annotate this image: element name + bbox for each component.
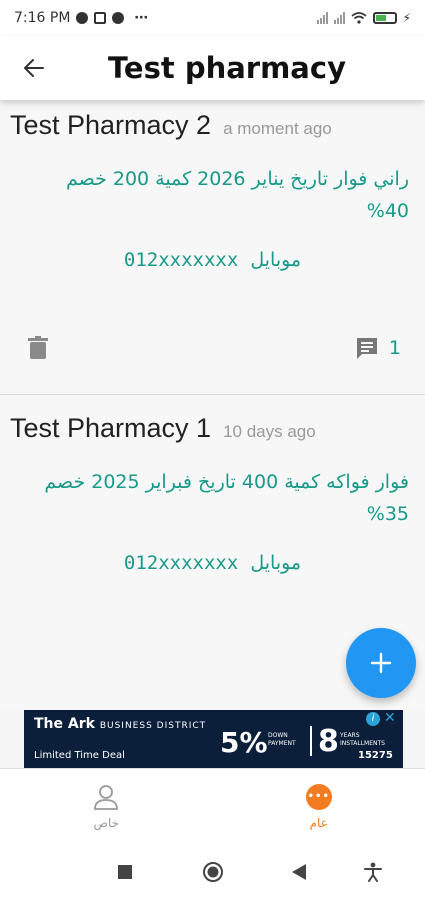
accessibility-button[interactable] bbox=[358, 857, 388, 887]
battery-icon bbox=[372, 12, 397, 24]
system-nav-bar bbox=[0, 844, 425, 900]
tab-private-label: خاص bbox=[93, 815, 120, 830]
accessibility-icon bbox=[364, 862, 382, 882]
ad-years: 8 bbox=[318, 724, 339, 759]
ad-divider bbox=[310, 726, 312, 756]
post-phone: موبايل 012xxxxxxx bbox=[0, 249, 425, 271]
tab-private[interactable]: خاص bbox=[0, 769, 213, 844]
post-time: 10 days ago bbox=[223, 422, 316, 441]
status-time: 7:16 PM bbox=[14, 10, 71, 26]
post-phone: موبايل 012xxxxxxx bbox=[0, 552, 425, 574]
ad-info-icon[interactable]: i bbox=[366, 712, 380, 726]
post-header: Test Pharmacy 1 10 days ago bbox=[0, 403, 425, 444]
comment-count: 1 bbox=[388, 337, 401, 359]
phone-number: 012xxxxxxx bbox=[123, 249, 239, 271]
ad-close-icon[interactable]: ✕ bbox=[384, 710, 396, 726]
charging-icon: ⚡ bbox=[402, 11, 411, 25]
back-triangle-icon bbox=[292, 864, 306, 880]
status-bar: 7:16 PM ⋯ ⚡ bbox=[0, 0, 425, 36]
delete-button[interactable] bbox=[24, 334, 52, 362]
tab-public-label: عام bbox=[309, 815, 328, 830]
phone-label: موبايل bbox=[250, 249, 302, 271]
status-left: 7:16 PM ⋯ bbox=[14, 10, 149, 26]
plus-icon bbox=[370, 652, 392, 674]
more-notifications-icon: ⋯ bbox=[134, 10, 150, 26]
post-body: راني فوار تاريخ يناير 2026 كمية 200 خصم … bbox=[65, 168, 409, 222]
chat-icon: ••• bbox=[305, 783, 332, 810]
bottom-nav: خاص ••• عام bbox=[0, 768, 425, 844]
ad-banner[interactable]: The Ark BUSINESS DISTRICT Limited Time D… bbox=[24, 710, 403, 768]
signal-icon bbox=[316, 12, 328, 24]
qr-icon bbox=[94, 12, 107, 24]
add-post-button[interactable] bbox=[346, 628, 416, 698]
phone-label: موبايل bbox=[250, 552, 302, 574]
signal-icon-2 bbox=[333, 12, 345, 24]
comment-icon bbox=[356, 338, 377, 359]
app-bar: Test pharmacy bbox=[0, 36, 425, 100]
back-button[interactable] bbox=[12, 46, 56, 90]
home-circle-icon bbox=[203, 862, 223, 882]
ad-years-sub: YEARS INSTALLMENTS bbox=[340, 732, 385, 747]
ad-code: 15275 bbox=[358, 750, 393, 761]
page-title: Test pharmacy bbox=[108, 51, 346, 85]
ad-brand-name: The Ark bbox=[34, 716, 95, 732]
ad-brand-sub: BUSINESS DISTRICT bbox=[99, 721, 207, 731]
back-arrow-icon bbox=[24, 59, 44, 77]
phone-number: 012xxxxxxx bbox=[123, 552, 239, 574]
trash-icon bbox=[28, 336, 48, 359]
person-icon bbox=[94, 784, 119, 810]
wifi-icon bbox=[351, 12, 367, 24]
post-actions: 1 bbox=[0, 332, 425, 364]
ad-deal: Limited Time Deal bbox=[34, 750, 125, 761]
app-notification-icon bbox=[112, 12, 125, 24]
post-author: Test Pharmacy 2 bbox=[10, 110, 212, 140]
post-time: a moment ago bbox=[223, 119, 332, 138]
comments-button[interactable]: 1 bbox=[355, 336, 401, 360]
post-card: Test Pharmacy 2 a moment ago راني فوار ت… bbox=[0, 100, 425, 395]
post-author: Test Pharmacy 1 bbox=[10, 413, 212, 443]
home-button[interactable] bbox=[198, 857, 228, 887]
status-right: ⚡ bbox=[316, 11, 411, 25]
system-back-button[interactable] bbox=[284, 857, 314, 887]
post-header: Test Pharmacy 2 a moment ago bbox=[0, 100, 425, 141]
ad-percent-sub: DOWN PAYMENT bbox=[268, 732, 296, 747]
tab-public[interactable]: ••• عام bbox=[213, 769, 425, 844]
post-feed[interactable]: Test Pharmacy 2 a moment ago راني فوار ت… bbox=[0, 100, 425, 710]
recent-apps-button[interactable] bbox=[110, 857, 140, 887]
ad-brand: The Ark BUSINESS DISTRICT bbox=[34, 716, 206, 732]
notification-icon bbox=[76, 12, 89, 24]
ad-percent: 5% bbox=[220, 726, 268, 759]
stop-square-icon bbox=[118, 865, 132, 879]
post-body: فوار فواكه كمية 400 تاريخ فبراير 2025 خص… bbox=[44, 471, 409, 525]
